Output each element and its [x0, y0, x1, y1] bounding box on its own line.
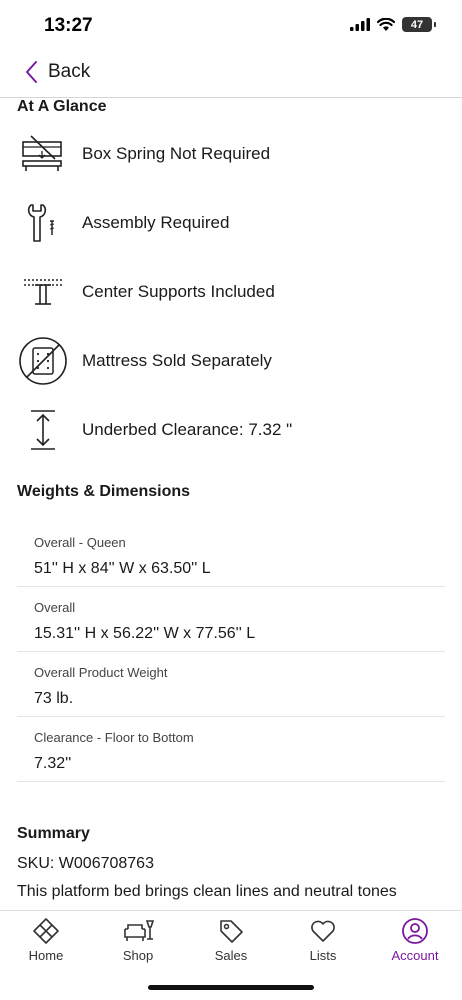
tab-account[interactable]: Account — [375, 917, 455, 972]
tab-shop[interactable]: Shop — [98, 917, 178, 972]
mattress-crossed-icon — [17, 336, 69, 386]
glance-item: Box Spring Not Required — [17, 129, 457, 179]
status-bar: 13:27 47 — [0, 0, 462, 50]
battery-icon: 47 — [402, 17, 436, 32]
tab-label: Lists — [309, 948, 337, 963]
glance-label: Mattress Sold Separately — [82, 351, 272, 370]
shop-icon — [124, 920, 155, 941]
dimension-row: Overall Product Weight 73 lb. — [17, 652, 445, 717]
dimension-value: 73 lb. — [34, 690, 74, 707]
summary-title: Summary — [17, 825, 90, 842]
status-icons: 47 — [350, 17, 436, 32]
sku-text: SKU: W006708763 — [17, 855, 154, 872]
weights-dimensions-title: Weights & Dimensions — [17, 483, 191, 500]
tab-label: Account — [391, 948, 439, 963]
dimension-label: Overall Product Weight — [34, 665, 168, 680]
glance-label: Assembly Required — [82, 213, 230, 232]
dimension-label: Overall — [34, 600, 76, 615]
vertical-arrow-icon — [17, 405, 69, 455]
tab-bar: Home Shop Sales Lists Account — [0, 910, 462, 1000]
tab-lists[interactable]: Lists — [283, 917, 363, 972]
tab-label: Shop — [122, 948, 154, 963]
dimension-value: 51'' H x 84'' W x 63.50'' L — [34, 560, 211, 577]
product-details[interactable]: At A Glance Box Spring Not Required Asse… — [0, 98, 462, 910]
dimension-label: Clearance - Floor to Bottom — [34, 730, 194, 745]
center-support-icon — [17, 267, 69, 317]
dimension-value: 7.32'' — [34, 755, 72, 772]
tab-sales[interactable]: Sales — [191, 917, 271, 972]
glance-item: Underbed Clearance: 7.32 " — [17, 405, 457, 455]
tab-home[interactable]: Home — [6, 917, 86, 972]
dimension-row: Clearance - Floor to Bottom 7.32'' — [17, 717, 445, 782]
tab-label: Home — [28, 948, 64, 963]
account-icon — [402, 918, 428, 944]
dimension-value: 15.31'' H x 56.22'' W x 77.56'' L — [34, 625, 256, 642]
wrench-screw-icon — [17, 198, 69, 248]
back-label: Back — [48, 61, 91, 82]
box-spring-crossed-icon — [17, 129, 69, 179]
summary-description: This platform bed brings clean lines and… — [17, 883, 397, 900]
cellular-signal-icon — [350, 18, 370, 31]
glance-item: Assembly Required — [17, 198, 457, 248]
glance-item: Mattress Sold Separately — [17, 336, 457, 386]
sales-tag-icon — [220, 920, 243, 943]
tab-label: Sales — [214, 948, 248, 963]
glance-label: Underbed Clearance: 7.32 " — [82, 420, 293, 439]
home-icon — [33, 918, 59, 944]
chevron-left-icon — [26, 61, 37, 83]
heart-icon — [311, 920, 335, 942]
nav-bar: Back — [0, 50, 462, 98]
home-indicator[interactable] — [148, 985, 314, 990]
glance-label: Box Spring Not Required — [82, 144, 271, 163]
dimension-label: Overall - Queen — [34, 535, 126, 550]
dimension-row: Overall 15.31'' H x 56.22'' W x 77.56'' … — [17, 587, 445, 652]
dimension-row: Overall - Queen 51'' H x 84'' W x 63.50'… — [17, 522, 445, 587]
wifi-icon — [377, 18, 395, 31]
at-a-glance-title: At A Glance — [17, 98, 107, 115]
status-time: 13:27 — [44, 15, 93, 36]
back-button[interactable]: Back — [24, 60, 90, 84]
glance-label: Center Supports Included — [82, 282, 275, 301]
glance-item: Center Supports Included — [17, 267, 457, 317]
